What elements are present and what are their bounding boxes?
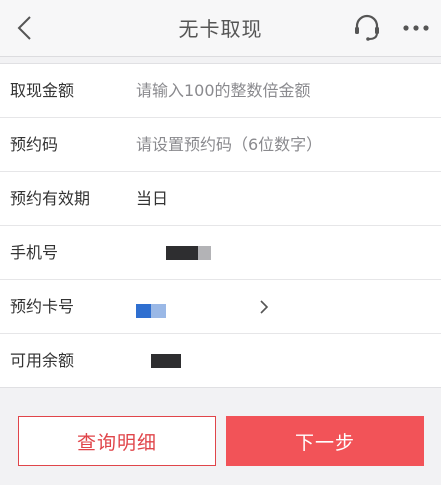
nav-bar: 无卡取现 [0, 0, 441, 57]
validity-label: 预约有效期 [10, 189, 91, 208]
card-row[interactable]: 预约卡号 [0, 280, 441, 334]
balance-label: 可用余额 [10, 351, 75, 370]
headset-icon[interactable] [352, 13, 382, 43]
query-details-button[interactable]: 查询明细 [18, 416, 216, 466]
validity-row: 预约有效期 当日 [0, 172, 441, 226]
balance-row: 可用余额 [0, 334, 441, 388]
more-dots-icon[interactable] [402, 24, 430, 32]
next-step-button[interactable]: 下一步 [226, 416, 424, 466]
amount-label: 取现金额 [10, 81, 75, 100]
code-input[interactable] [136, 118, 426, 172]
balance-masked-value [151, 354, 181, 368]
chevron-right-icon[interactable] [258, 299, 270, 315]
validity-value: 当日 [136, 189, 169, 208]
card-masked-value-tail [151, 304, 166, 318]
card-masked-value [136, 304, 151, 318]
code-row: 预约码 [0, 118, 441, 172]
phone-masked-value-tail [198, 246, 211, 260]
card-label: 预约卡号 [10, 297, 75, 316]
phone-row: 手机号 [0, 226, 441, 280]
withdraw-form: 取现金额 预约码 预约有效期 当日 手机号 预约卡号 可用余额 [0, 63, 441, 388]
phone-masked-value [166, 246, 198, 260]
code-label: 预约码 [10, 135, 59, 154]
amount-input[interactable] [136, 64, 426, 118]
phone-label: 手机号 [10, 243, 59, 262]
amount-row: 取现金额 [0, 64, 441, 118]
